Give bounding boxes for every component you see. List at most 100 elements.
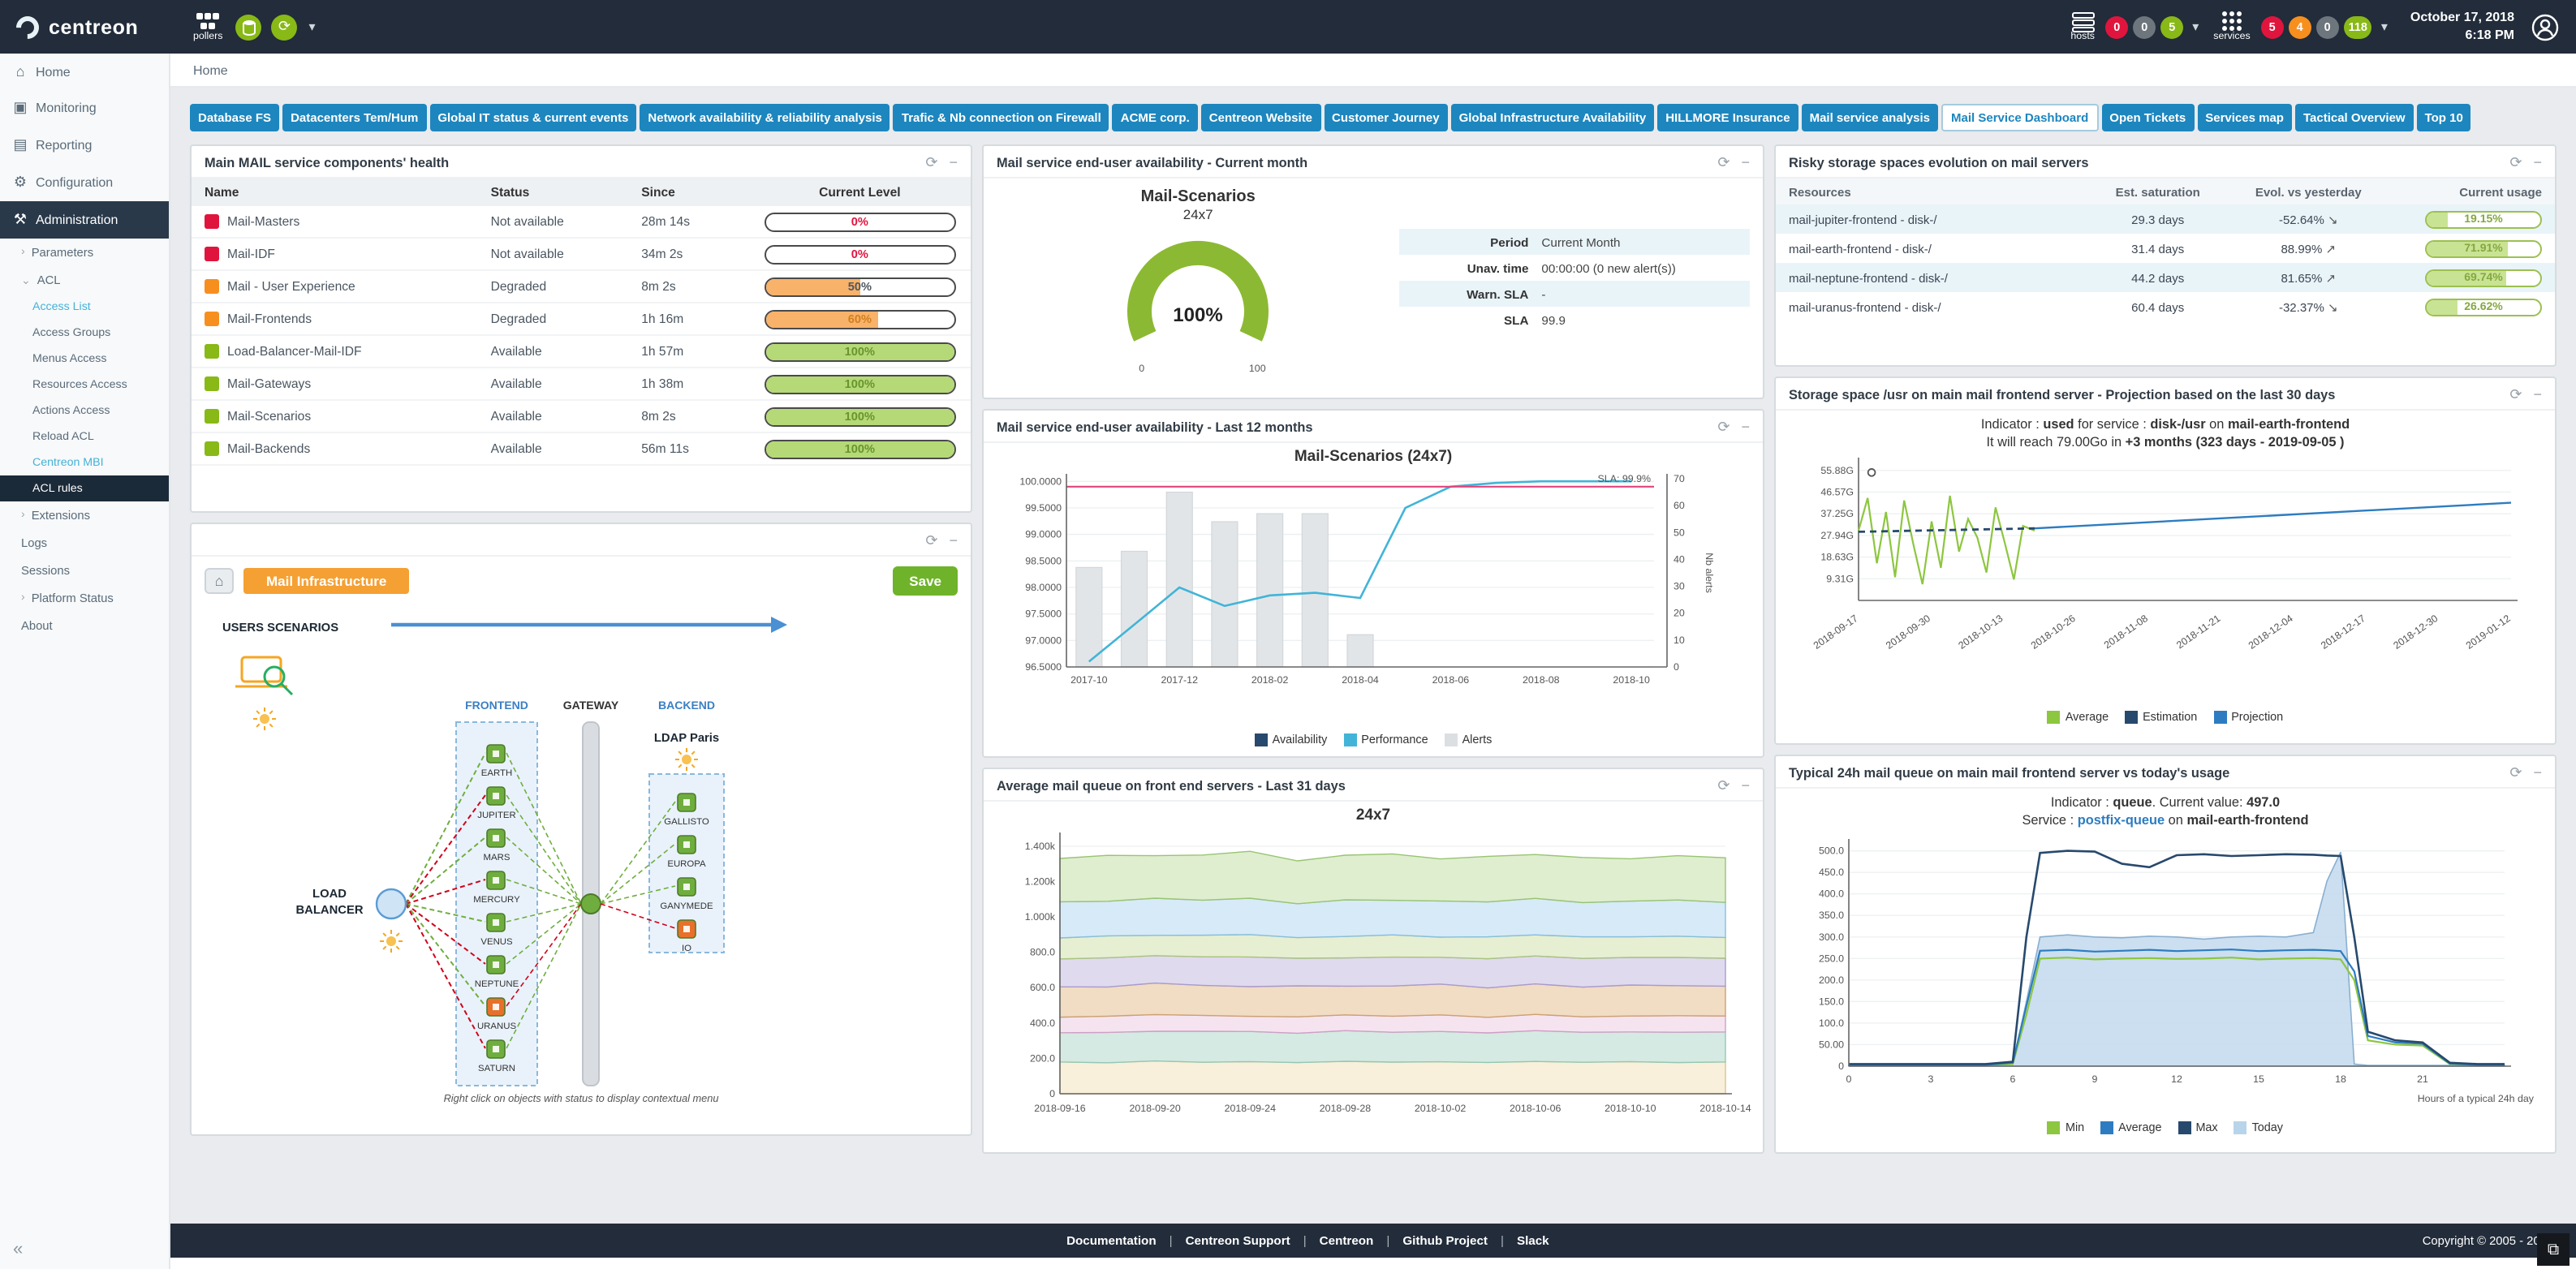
svg-text:450.0: 450.0 xyxy=(1819,867,1844,878)
tab-datacenters-tem-hum[interactable]: Datacenters Tem/Hum xyxy=(282,104,426,131)
sidebar-item-logs[interactable]: Logs xyxy=(0,529,169,557)
footer-link-documentation[interactable]: Documentation xyxy=(1066,1233,1157,1248)
sidebar-collapse-button[interactable]: « xyxy=(13,1240,23,1259)
sidebar-item-monitoring[interactable]: ▣Monitoring xyxy=(0,89,169,127)
health-table-row[interactable]: Mail-IDFNot available34m 2s0% xyxy=(192,239,971,271)
chevron-down-icon[interactable]: ▾ xyxy=(308,19,315,34)
sidebar-item-reporting[interactable]: ▤Reporting xyxy=(0,127,169,164)
refresh-icon[interactable]: ⟳ xyxy=(1717,155,1730,170)
risky-table-row[interactable]: mail-neptune-frontend - disk-/44.2 days8… xyxy=(1776,263,2555,292)
services-menu[interactable]: services xyxy=(2213,10,2250,44)
sidebar-item-parameters[interactable]: ›Parameters xyxy=(0,239,169,266)
refresh-icon[interactable]: ⟳ xyxy=(1717,419,1730,434)
tab-global-it-status-current-events[interactable]: Global IT status & current events xyxy=(429,104,636,131)
risky-table-row[interactable]: mail-uranus-frontend - disk-/60.4 days-3… xyxy=(1776,292,2555,321)
tab-services-map[interactable]: Services map xyxy=(2197,104,2292,131)
sidebar-item-access-groups[interactable]: Access Groups xyxy=(0,320,169,346)
services-status-badge[interactable]: 5 xyxy=(2261,15,2284,38)
footer-link-centreon[interactable]: Centreon xyxy=(1320,1233,1374,1248)
database-status-icon[interactable] xyxy=(235,14,261,40)
health-table-row[interactable]: Mail - User ExperienceDegraded8m 2s50% xyxy=(192,271,971,303)
collapse-icon[interactable]: − xyxy=(1741,778,1750,793)
tab-customer-journey[interactable]: Customer Journey xyxy=(1324,104,1448,131)
services-status-badge[interactable]: 118 xyxy=(2344,15,2372,38)
refresh-icon[interactable]: ⟳ xyxy=(2509,155,2522,170)
sidebar-item-configuration[interactable]: ⚙Configuration xyxy=(0,164,169,201)
risky-table-body: mail-jupiter-frontend - disk-/29.3 days-… xyxy=(1776,204,2555,321)
sidebar-item-reload-acl[interactable]: Reload ACL xyxy=(0,424,169,450)
hosts-status-badge[interactable]: 5 xyxy=(2160,15,2183,38)
column-header: Current usage xyxy=(2391,184,2542,199)
tab-mail-service-dashboard[interactable]: Mail Service Dashboard xyxy=(1941,104,2098,131)
health-table-row[interactable]: Mail-MastersNot available28m 14s0% xyxy=(192,206,971,239)
health-table-row[interactable]: Mail-BackendsAvailable56m 11s100% xyxy=(192,433,971,466)
tab-network-availability-reliability-analysis[interactable]: Network availability & reliability analy… xyxy=(640,104,890,131)
sidebar-item-label: Reload ACL xyxy=(32,430,94,443)
tab-centreon-website[interactable]: Centreon Website xyxy=(1201,104,1320,131)
collapse-icon[interactable]: − xyxy=(949,155,958,170)
collapse-icon[interactable]: − xyxy=(1741,419,1750,434)
tab-hillmore-insurance[interactable]: HILLMORE Insurance xyxy=(1657,104,1798,131)
health-table-row[interactable]: Load-Balancer-Mail-IDFAvailable1h 57m100… xyxy=(192,336,971,368)
tab-trafic-nb-connection-on-firewall[interactable]: Trafic & Nb connection on Firewall xyxy=(894,104,1109,131)
sidebar-item-menus-access[interactable]: Menus Access xyxy=(0,346,169,372)
hosts-status-badge[interactable]: 0 xyxy=(2105,15,2128,38)
services-status-badge[interactable]: 4 xyxy=(2289,15,2311,38)
sidebar-item-home[interactable]: ⌂Home xyxy=(0,54,169,89)
user-icon[interactable] xyxy=(2531,12,2560,41)
sidebar-item-sessions[interactable]: Sessions xyxy=(0,557,169,584)
health-table-row[interactable]: Mail-ScenariosAvailable8m 2s100% xyxy=(192,401,971,433)
tab-mail-service-analysis[interactable]: Mail service analysis xyxy=(1802,104,1938,131)
services-status-badge[interactable]: 0 xyxy=(2316,15,2339,38)
hosts-status-badge[interactable]: 0 xyxy=(2133,15,2156,38)
collapse-icon[interactable]: − xyxy=(2533,155,2542,170)
sidebar-item-platform-status[interactable]: ›Platform Status xyxy=(0,584,169,612)
fullscreen-toggle[interactable]: ⧉ xyxy=(2537,1233,2570,1266)
breadcrumb-home-link[interactable]: Home xyxy=(193,62,228,77)
hosts-menu[interactable]: hosts xyxy=(2070,11,2095,43)
risky-table-row[interactable]: mail-jupiter-frontend - disk-/29.3 days-… xyxy=(1776,204,2555,234)
chevron-down-icon[interactable]: ▾ xyxy=(2192,19,2199,34)
sidebar-item-actions-access[interactable]: Actions Access xyxy=(0,398,169,424)
collapse-icon[interactable]: − xyxy=(2533,387,2542,402)
sidebar-item-resources-access[interactable]: Resources Access xyxy=(0,372,169,398)
status-cell: Available xyxy=(491,344,642,359)
refresh-icon[interactable]: ⟳ xyxy=(2509,765,2522,780)
infrastructure-badge[interactable]: Mail Infrastructure xyxy=(243,568,409,594)
sidebar-item-extensions[interactable]: ›Extensions xyxy=(0,501,169,529)
health-table-row[interactable]: Mail-GatewaysAvailable1h 38m100% xyxy=(192,368,971,401)
collapse-icon[interactable]: − xyxy=(2533,765,2542,780)
footer-link-github-project[interactable]: Github Project xyxy=(1402,1233,1488,1248)
refresh-icon[interactable]: ⟳ xyxy=(925,533,937,548)
sidebar-item-access-list[interactable]: Access List xyxy=(0,294,169,320)
tab-open-tickets[interactable]: Open Tickets xyxy=(2101,104,2194,131)
refresh-icon[interactable]: ⟳ xyxy=(1717,778,1730,793)
save-button[interactable]: Save xyxy=(893,566,958,596)
tab-top-10[interactable]: Top 10 xyxy=(2417,104,2471,131)
tab-global-infrastructure-availability[interactable]: Global Infrastructure Availability xyxy=(1451,104,1655,131)
health-table-row[interactable]: Mail-FrontendsDegraded1h 16m60% xyxy=(192,303,971,336)
footer-link-centreon-support[interactable]: Centreon Support xyxy=(1186,1233,1290,1248)
risky-table-row[interactable]: mail-earth-frontend - disk-/31.4 days88.… xyxy=(1776,234,2555,263)
tab-database-fs[interactable]: Database FS xyxy=(190,104,279,131)
collapse-icon[interactable]: − xyxy=(949,533,958,548)
sidebar-item-about[interactable]: About xyxy=(0,612,169,639)
home-icon[interactable]: ⌂ xyxy=(205,568,234,594)
chevron-down-icon[interactable]: ▾ xyxy=(2381,19,2388,34)
refresh-icon[interactable]: ⟳ xyxy=(2509,387,2522,402)
sidebar-item-centreon-mbi[interactable]: Centreon MBI xyxy=(0,450,169,475)
sidebar-item-acl-rules[interactable]: ACL rules xyxy=(0,475,169,501)
latency-status-icon[interactable]: ⟳ xyxy=(271,14,297,40)
collapse-icon[interactable]: − xyxy=(1741,155,1750,170)
centreon-logo[interactable]: centreon xyxy=(16,15,185,38)
footer-link-slack[interactable]: Slack xyxy=(1517,1233,1549,1248)
svg-text:18.63G: 18.63G xyxy=(1820,552,1854,563)
refresh-icon[interactable]: ⟳ xyxy=(925,155,937,170)
tab-tactical-overview[interactable]: Tactical Overview xyxy=(2295,104,2414,131)
svg-text:800.0: 800.0 xyxy=(1030,947,1055,958)
tab-acme-corp[interactable]: ACME corp. xyxy=(1113,104,1198,131)
sidebar-item-administration[interactable]: ⚒Administration xyxy=(0,201,169,239)
pollers-menu[interactable]: pollers xyxy=(193,11,222,43)
infrastructure-diagram[interactable]: USERS SCENARIOSFRONTENDGATEWAYBACKENDLOA… xyxy=(200,596,963,1092)
sidebar-item-acl[interactable]: ⌄ACL xyxy=(0,266,169,294)
